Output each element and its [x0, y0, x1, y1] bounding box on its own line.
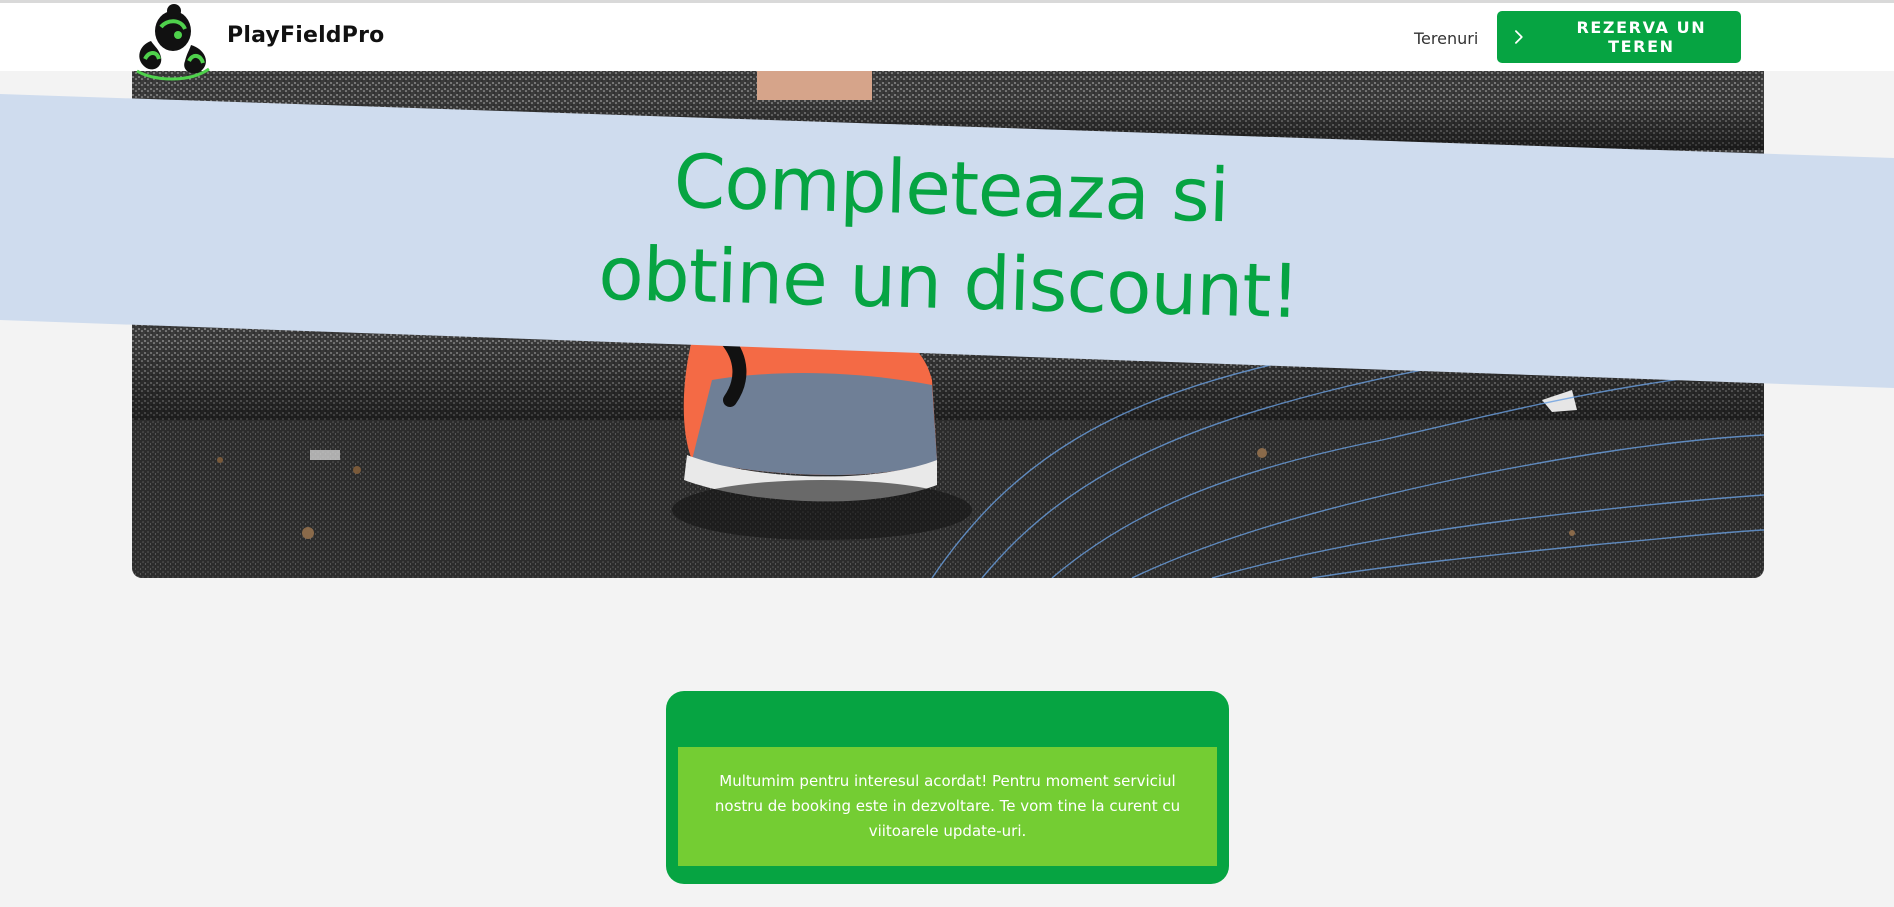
promo-headline-line2: obtine un discount!	[597, 230, 1301, 336]
book-field-button-label: REZERVA UN TEREN	[1576, 18, 1707, 56]
booking-notice-body: Multumim pentru interesul acordat! Pentr…	[678, 747, 1217, 866]
booking-notice-card: Multumim pentru interesul acordat! Pentr…	[666, 691, 1229, 884]
chevron-right-icon	[1515, 30, 1523, 44]
nav-link-terenuri[interactable]: Terenuri	[1414, 29, 1478, 48]
promo-headline: Completeaza si obtine un discount!	[538, 131, 1363, 340]
promo-headline-line1: Completeaza si	[672, 138, 1230, 240]
top-divider	[0, 0, 1894, 3]
brand-name: PlayFieldPro	[227, 23, 385, 48]
book-field-button[interactable]: REZERVA UN TEREN	[1497, 11, 1741, 63]
brand-home-link[interactable]: PlayFieldPro	[131, 3, 384, 83]
brand-logo-icon	[136, 4, 210, 81]
site-header: PlayFieldPro Terenuri REZERVA UN TEREN	[0, 3, 1894, 81]
booking-notice-message: Multumim pentru interesul acordat! Pentr…	[714, 772, 1181, 840]
